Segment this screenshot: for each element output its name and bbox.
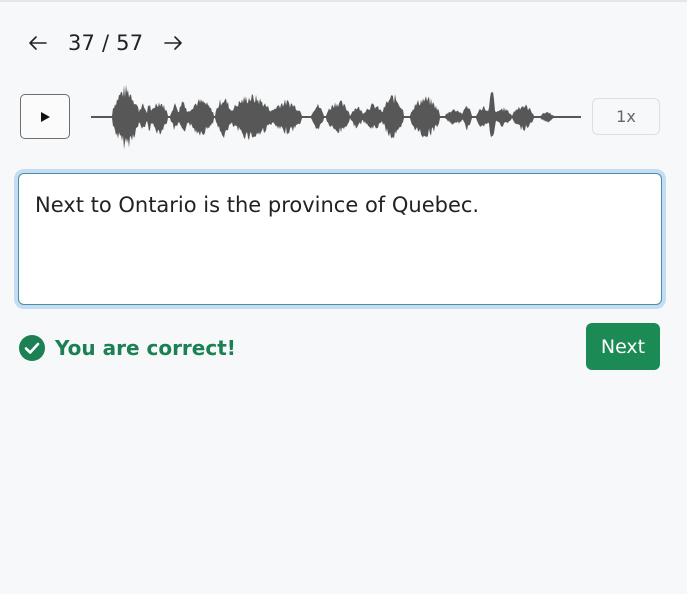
check-circle-icon — [19, 335, 45, 361]
arrow-right-icon — [164, 36, 183, 50]
answer-input[interactable]: Next to Ontario is the province of Quebe… — [18, 173, 662, 305]
result-message: You are correct! — [55, 336, 236, 360]
audio-player: 1x — [20, 84, 660, 150]
next-item-button[interactable] — [155, 26, 191, 60]
audio-waveform[interactable] — [91, 82, 581, 152]
item-navigation: 37 / 57 — [20, 26, 191, 60]
arrow-left-icon — [29, 36, 47, 50]
previous-button[interactable] — [20, 26, 56, 60]
next-button[interactable]: Next — [586, 323, 660, 370]
play-icon — [41, 111, 50, 122]
result-feedback: You are correct! — [19, 335, 236, 361]
waveform-shape — [91, 84, 581, 150]
play-button[interactable] — [20, 94, 70, 139]
item-counter: 37 / 57 — [68, 31, 144, 55]
playback-speed-button[interactable]: 1x — [592, 98, 660, 135]
top-divider — [0, 0, 687, 2]
